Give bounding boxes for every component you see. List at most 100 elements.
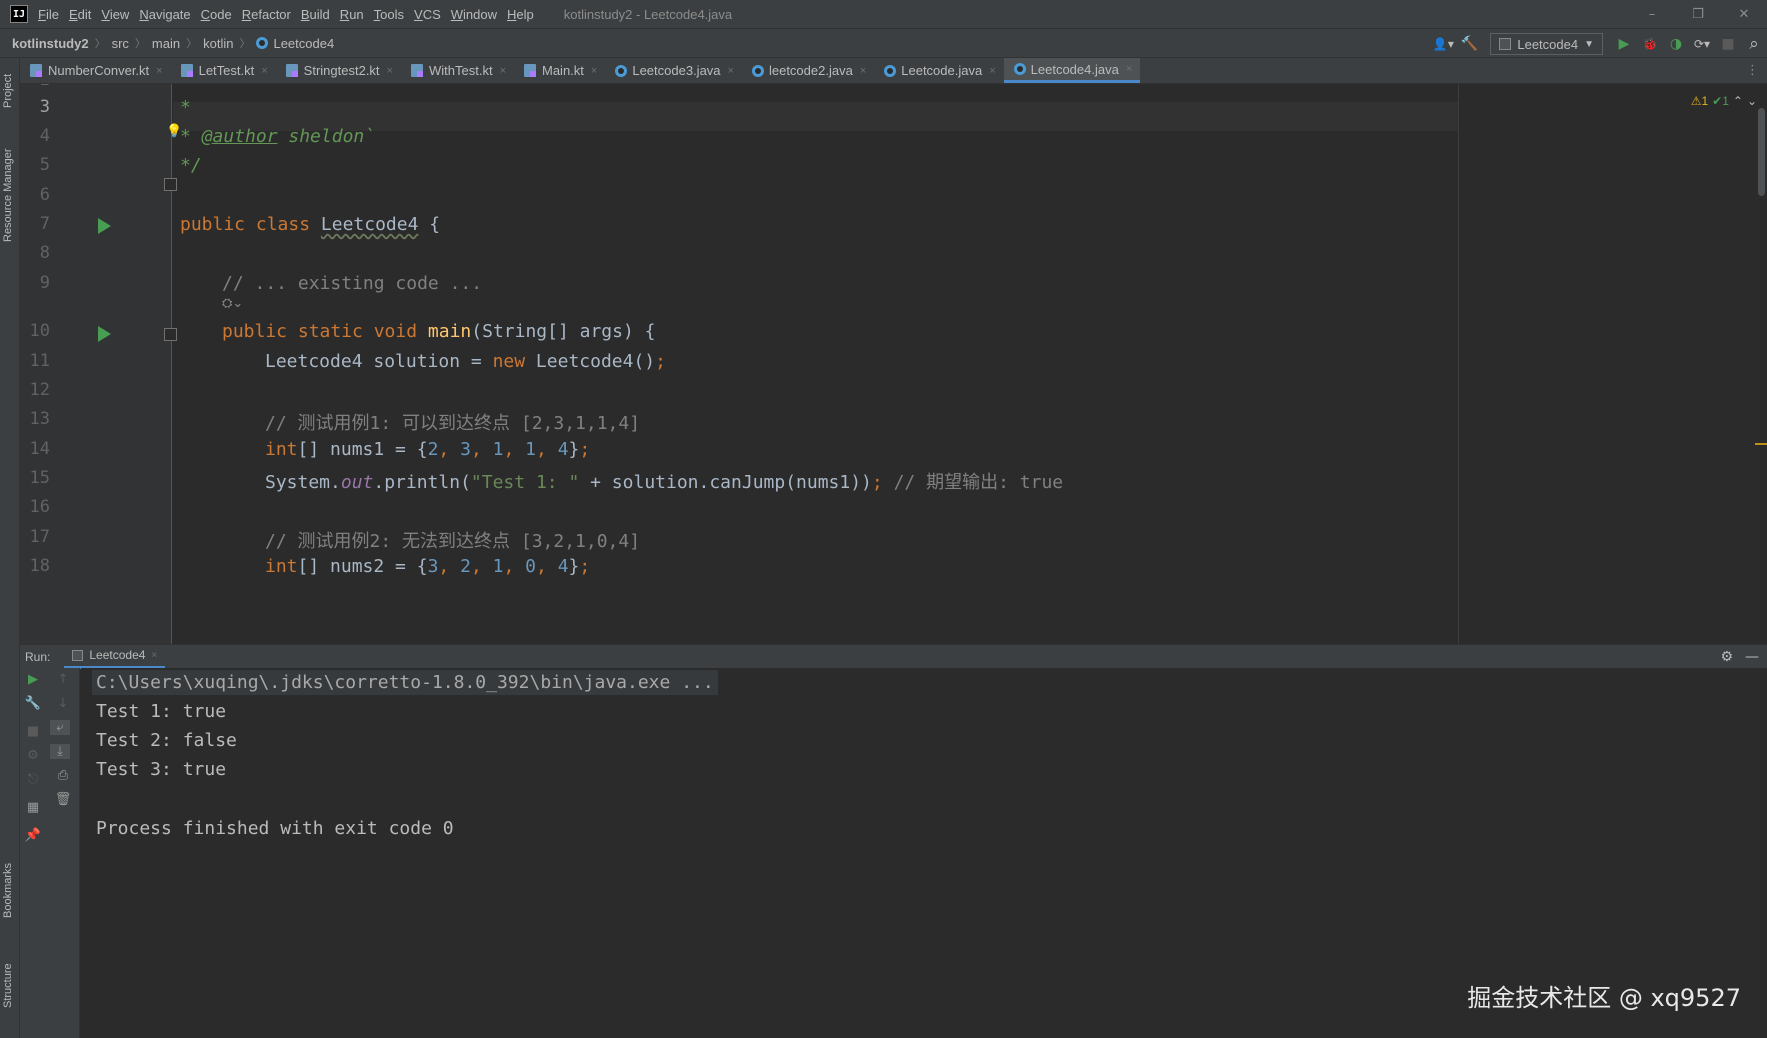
build-hammer-icon[interactable]: 🔨 [1456,36,1482,52]
intention-bulb-icon[interactable]: 💡 [166,124,182,139]
soft-wrap-icon[interactable]: ⤶ [50,720,70,735]
kotlin-file-icon [285,64,298,77]
tab-label: LetTest.kt [198,63,255,78]
tool-tab-bookmarks[interactable]: Bookmarks [2,863,14,918]
tab-stringtest2-kt[interactable]: Stringtest2.kt × [276,58,401,83]
breadcrumb-project[interactable]: kotlinstudy2 [12,36,89,51]
arrow-up-icon[interactable]: ↑ [50,672,76,687]
warning-count[interactable]: ⚠1 [1691,94,1708,108]
close-tab-icon[interactable]: × [728,65,734,77]
stop-icon[interactable]: ■ [20,724,46,739]
layout-icon[interactable]: ▦ [20,800,46,815]
close-tab-icon[interactable]: × [1126,63,1132,75]
trash-icon[interactable]: 🗑 [50,792,76,807]
tab-leetcode2-java[interactable]: leetcode2.java × [742,58,874,83]
exit-icon[interactable]: ⎋ [20,772,46,787]
chevron-up-icon[interactable]: ⌃ [1733,94,1743,108]
line-number: 4 [39,126,50,146]
minimize-panel-icon[interactable]: — [1745,649,1759,665]
window-controls: – ❐ ✕ [1629,0,1767,28]
gear-icon[interactable]: ⚙ [1720,649,1733,665]
breadcrumb-main[interactable]: main [152,36,180,51]
code-line-14: int[] nums1 = {2, 3, 1, 1, 4}; [265,439,591,460]
more-tabs-icon[interactable]: ⋮ [1738,58,1767,83]
run-toolbar: ▶ 🔧 ■ ⚙ ⎋ ▦ 📌 [20,668,46,1038]
debug-icon[interactable]: 🐞 [1637,37,1663,51]
fold-marker-icon[interactable] [164,328,177,341]
menu-bar: IJ File Edit View Navigate Code Refactor… [0,0,1767,28]
code-line-2: * [180,84,191,91]
ok-count[interactable]: ✔1 [1712,94,1729,108]
menu-file[interactable]: File [38,7,59,22]
intellij-logo-icon: IJ [10,5,28,23]
close-tab-icon[interactable]: × [387,65,393,77]
warning-stripe-marker[interactable] [1755,443,1767,445]
run-gutter-icon[interactable] [98,218,111,234]
menu-run[interactable]: Run [340,7,364,22]
tab-lettest-kt[interactable]: LetTest.kt × [171,58,276,83]
menu-help[interactable]: Help [507,7,534,22]
tool-tab-project[interactable]: Project [2,74,14,108]
menu-window[interactable]: Window [451,7,497,22]
run-with-coverage-icon[interactable]: ◑ [1663,36,1689,52]
close-tab-icon[interactable]: × [989,65,995,77]
breadcrumb-file[interactable]: Leetcode4 [256,36,334,51]
close-tab-icon[interactable]: × [500,65,506,77]
code-editor[interactable]: 2 3 4 5 6 7 8 9 10 11 12 13 14 15 16 17 … [20,84,1767,644]
arrow-down-icon[interactable]: ↓ [50,696,76,711]
tab-main-kt[interactable]: Main.kt × [514,58,605,83]
print-icon[interactable]: ⎙ [50,768,76,783]
menu-navigate[interactable]: Navigate [139,7,190,22]
chevron-down-icon[interactable]: ⌄ [1747,94,1757,108]
scroll-to-end-icon[interactable]: ⤓ [50,744,70,759]
run-gutter-icon[interactable] [98,326,111,342]
breadcrumb-src[interactable]: src [112,36,129,51]
line-number: 18 [29,556,50,576]
breadcrumb-separator-icon: 〉 [239,37,251,50]
run-tab-leetcode4[interactable]: Leetcode4 × [64,645,166,669]
minimize-window-button[interactable]: – [1629,7,1675,22]
menu-edit[interactable]: Edit [69,7,91,22]
tab-leetcode4-java[interactable]: Leetcode4.java × [1003,58,1141,83]
close-tab-icon[interactable]: × [156,65,162,77]
run-icon[interactable]: ▶ [1611,36,1637,52]
tab-numberconver-kt[interactable]: NumberConver.kt × [20,58,171,83]
close-tab-icon[interactable]: × [261,65,267,77]
console-line: Test 1: true [96,701,227,722]
breadcrumb-file-label: Leetcode4 [273,35,335,51]
editor-scrollbar-thumb[interactable] [1758,108,1765,196]
profile-icon[interactable]: ⟳▾ [1689,37,1715,51]
pin-icon[interactable]: 📌 [20,828,46,843]
close-tab-icon[interactable]: × [860,65,866,77]
inspection-widget[interactable]: ⚠1 ✔1 ⌃ ⌄ [1691,94,1757,108]
run-configuration-select[interactable]: Leetcode4 ▼ [1490,33,1603,55]
menu-view[interactable]: View [101,7,129,22]
search-icon[interactable]: ⌕ [1741,34,1767,54]
breadcrumb-kotlin[interactable]: kotlin [203,36,233,51]
close-tab-icon[interactable]: × [151,650,157,661]
close-tab-icon[interactable]: × [591,65,597,77]
main-toolbar: 👤▾ 🔨 Leetcode4 ▼ ▶ 🐞 ◑ ⟳▾ ■ ⌕ [1430,29,1767,59]
menu-build[interactable]: Build [301,7,330,22]
stop-icon[interactable]: ■ [1715,36,1741,52]
kotlin-file-icon [180,64,193,77]
camera-icon[interactable]: ⚙ [20,748,46,763]
tab-leetcode3-java[interactable]: Leetcode3.java × [605,58,742,83]
tab-label: Leetcode3.java [632,63,721,78]
fold-marker-icon[interactable] [164,178,177,191]
tool-tab-structure[interactable]: Structure [2,963,14,1008]
menu-code[interactable]: Code [201,7,232,22]
menu-refactor[interactable]: Refactor [242,7,291,22]
kotlin-file-icon [410,64,423,77]
rerun-icon[interactable]: ▶ [20,672,46,687]
menu-tools[interactable]: Tools [374,7,404,22]
tab-withtest-kt[interactable]: WithTest.kt × [401,58,514,83]
restore-window-button[interactable]: ❐ [1675,7,1721,22]
ai-action-hint-icon[interactable]: ⛭⌄ [222,296,243,311]
close-window-button[interactable]: ✕ [1721,7,1767,22]
tool-tab-resource-manager[interactable]: Resource Manager [2,148,14,242]
tab-leetcode-java[interactable]: Leetcode.java × [874,58,1003,83]
wrench-icon[interactable]: 🔧 [20,696,46,711]
account-icon[interactable]: 👤▾ [1430,37,1456,51]
menu-vcs[interactable]: VCS [414,7,441,22]
